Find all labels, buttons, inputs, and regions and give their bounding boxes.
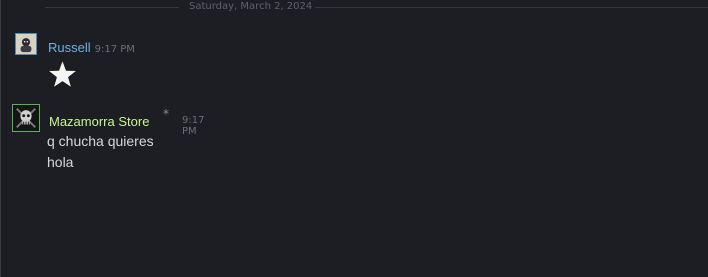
message-text: hola — [47, 154, 74, 170]
chat-history-panel[interactable]: Saturday, March 2, 2024 Russell9:17 PM — [0, 0, 708, 277]
author-name-mazamorra-store[interactable]: Mazamorra Store — [49, 114, 149, 129]
divider-line-left — [45, 7, 179, 8]
message-timestamp: 9:17 PM — [182, 115, 205, 137]
author-badge-asterisk: * — [163, 107, 169, 121]
author-name-russell[interactable]: Russell — [48, 40, 91, 55]
message-timestamp: 9:17 PM — [94, 44, 135, 55]
author-line-russell: Russell 9:17 PM — [48, 37, 135, 56]
divider-line-right — [315, 7, 708, 8]
avatar-mazamorra-store[interactable] — [12, 104, 40, 132]
avatar-russell[interactable] — [15, 33, 37, 55]
avatar-russell-image-icon — [16, 34, 36, 54]
message-text: q chucha quieres — [47, 133, 154, 149]
avatar-skull-image-icon — [13, 105, 39, 131]
star-icon[interactable] — [46, 58, 79, 91]
author-line-mazamorra-store: Mazamorra Store — [49, 111, 149, 130]
date-divider-label: Saturday, March 2, 2024 — [189, 1, 313, 12]
date-divider: Saturday, March 2, 2024 — [1, 0, 708, 16]
